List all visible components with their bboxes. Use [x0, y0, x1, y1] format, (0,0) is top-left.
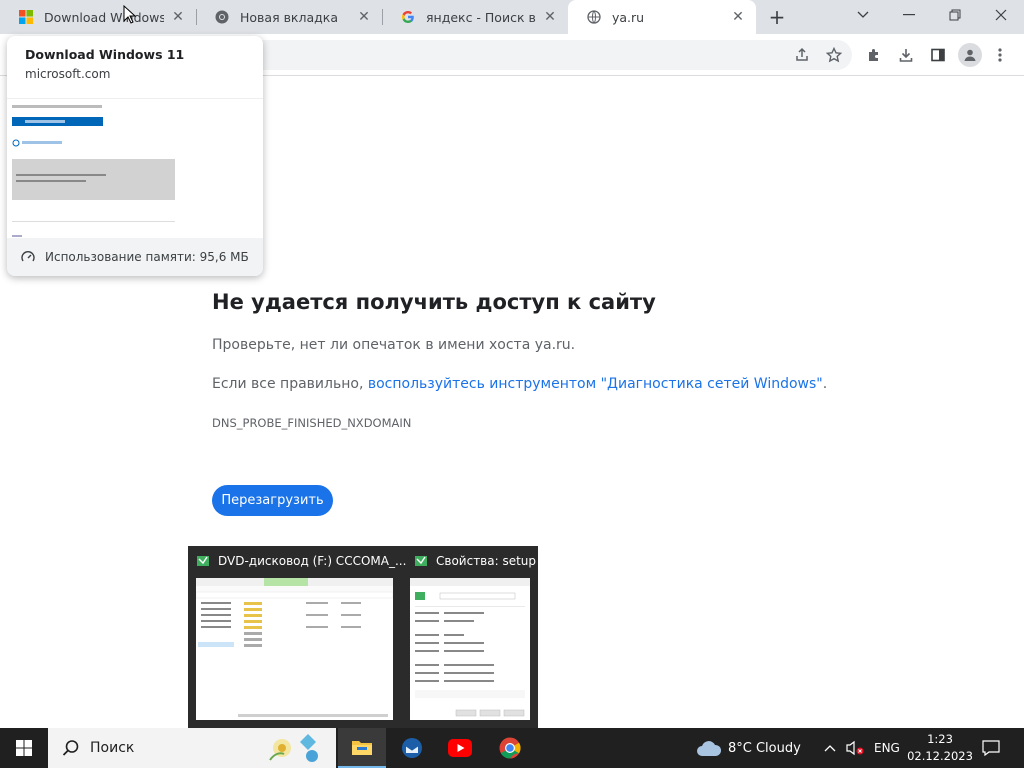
preview-properties-window[interactable]: Свойства: setup [406, 546, 538, 728]
minimize-icon [903, 14, 915, 16]
cloudy-weather-icon[interactable] [696, 738, 722, 758]
tab-hover-card: Download Windows 11 microsoft.com Исполь… [7, 36, 263, 276]
menu-dots-icon[interactable] [990, 45, 1010, 65]
bookmark-star-icon[interactable] [824, 45, 844, 65]
preview-title: DVD-дисковод (F:) CCCOMA_... [218, 554, 407, 568]
error-title: Не удается получить доступ к сайту [212, 290, 656, 314]
windows-start-icon [16, 740, 32, 756]
close-icon[interactable]: ✕ [356, 9, 372, 25]
restore-button[interactable] [932, 0, 978, 30]
chevron-up-icon [824, 745, 836, 752]
tab-download-windows[interactable]: Download Windows 11 ✕ [0, 0, 196, 34]
tab-strip: Download Windows 11 ✕ Новая вкладка ✕ ян… [0, 0, 1024, 34]
taskbar-search-box[interactable]: Поиск [48, 728, 336, 768]
extensions-icon[interactable] [864, 45, 884, 65]
mouse-cursor-icon [123, 5, 137, 24]
chevron-down-icon [857, 11, 869, 18]
clock-date: 02.12.2023 [907, 749, 973, 763]
network-diagnostics-link[interactable]: воспользуйтесь инструментом "Диагностика… [368, 376, 823, 392]
properties-thumbnail [410, 578, 530, 720]
close-window-button[interactable] [978, 0, 1024, 30]
start-button[interactable] [0, 728, 48, 768]
reload-button[interactable]: Перезагрузить [212, 485, 333, 516]
tab-search-button[interactable] [840, 0, 886, 30]
folder-icon [352, 741, 372, 755]
notification-icon [982, 740, 1000, 756]
taskbar-app-thunderbird[interactable] [388, 728, 436, 768]
volume-muted-button[interactable] [846, 728, 864, 768]
hover-card-title: Download Windows 11 [25, 47, 185, 62]
hover-card-thumbnail [7, 98, 263, 238]
weather-text[interactable]: 8°C Cloudy [728, 728, 801, 768]
clock-time: 1:23 [927, 732, 953, 746]
error-hint-diagnostics: Если все правильно, воспользуйтесь инстр… [212, 376, 827, 392]
globe-icon [586, 9, 602, 25]
memory-usage-row: Использование памяти: 95,6 МБ [7, 238, 263, 276]
youtube-icon [448, 739, 472, 757]
diagnostics-suffix: . [822, 376, 828, 392]
gauge-icon [21, 251, 35, 262]
taskbar-clock[interactable]: 1:23 02.12.2023 [900, 731, 980, 765]
chrome-icon [499, 737, 521, 759]
search-highlight-flower-icon [269, 734, 318, 762]
hover-card-domain: microsoft.com [25, 67, 111, 81]
profile-avatar-icon[interactable] [958, 43, 982, 67]
tab-title: ya.ru [612, 9, 645, 25]
chrome-icon [214, 9, 230, 25]
google-icon [400, 9, 416, 25]
share-icon[interactable] [792, 45, 812, 65]
windows-logo-icon [18, 9, 34, 25]
error-code: DNS_PROBE_FINISHED_NXDOMAIN [212, 416, 412, 430]
taskbar-app-chrome[interactable] [486, 728, 534, 768]
close-icon[interactable]: ✕ [170, 9, 186, 25]
tab-title: яндекс - Поиск в Google [426, 9, 536, 25]
restore-icon [949, 9, 961, 21]
explorer-thumbnail-image [195, 578, 394, 717]
memory-usage-text: Использование памяти: 95,6 МБ [45, 250, 249, 264]
tab-new-tab[interactable]: Новая вкладка ✕ [196, 0, 382, 34]
windows-taskbar: Поиск 8°C Cloudy ENG 1:23 02.12.2023 [0, 728, 1024, 768]
tab-title: Download Windows 11 [44, 9, 164, 25]
dvd-drive-icon [197, 556, 209, 566]
search-placeholder: Поиск [90, 740, 135, 756]
taskbar-file-explorer[interactable] [338, 728, 386, 768]
close-icon[interactable]: ✕ [542, 9, 558, 25]
show-hidden-icons-button[interactable] [824, 728, 836, 768]
preview-explorer-window[interactable]: DVD-дисковод (F:) CCCOMA_... [188, 546, 406, 728]
diagnostics-prefix: Если все правильно, [212, 376, 368, 392]
properties-thumbnail-image [410, 578, 530, 717]
input-language[interactable]: ENG [874, 728, 900, 768]
search-icon [62, 740, 79, 756]
download-icon[interactable] [896, 45, 916, 65]
setup-icon [415, 556, 427, 566]
error-hint-typo: Проверьте, нет ли опечаток в имени хоста… [212, 337, 576, 353]
thunderbird-icon [402, 738, 422, 758]
notifications-button[interactable] [982, 728, 1000, 768]
volume-muted-icon [846, 740, 864, 756]
close-icon [995, 9, 1007, 21]
tab-title: Новая вкладка [240, 9, 338, 25]
new-tab-button[interactable]: + [766, 5, 788, 29]
close-icon[interactable]: ✕ [730, 9, 746, 25]
page-thumbnail-image [12, 105, 175, 237]
preview-title: Свойства: setup [436, 554, 537, 568]
taskbar-thumbnail-preview: DVD-дисковод (F:) CCCOMA_... Свойства: s… [188, 546, 538, 728]
taskbar-app-youtube[interactable] [436, 728, 484, 768]
explorer-thumbnail [195, 578, 394, 720]
minimize-button[interactable] [886, 0, 932, 30]
side-panel-icon[interactable] [928, 45, 948, 65]
tab-google-search[interactable]: яндекс - Поиск в Google ✕ [382, 0, 568, 34]
tab-ya-ru[interactable]: ya.ru ✕ [568, 0, 756, 34]
